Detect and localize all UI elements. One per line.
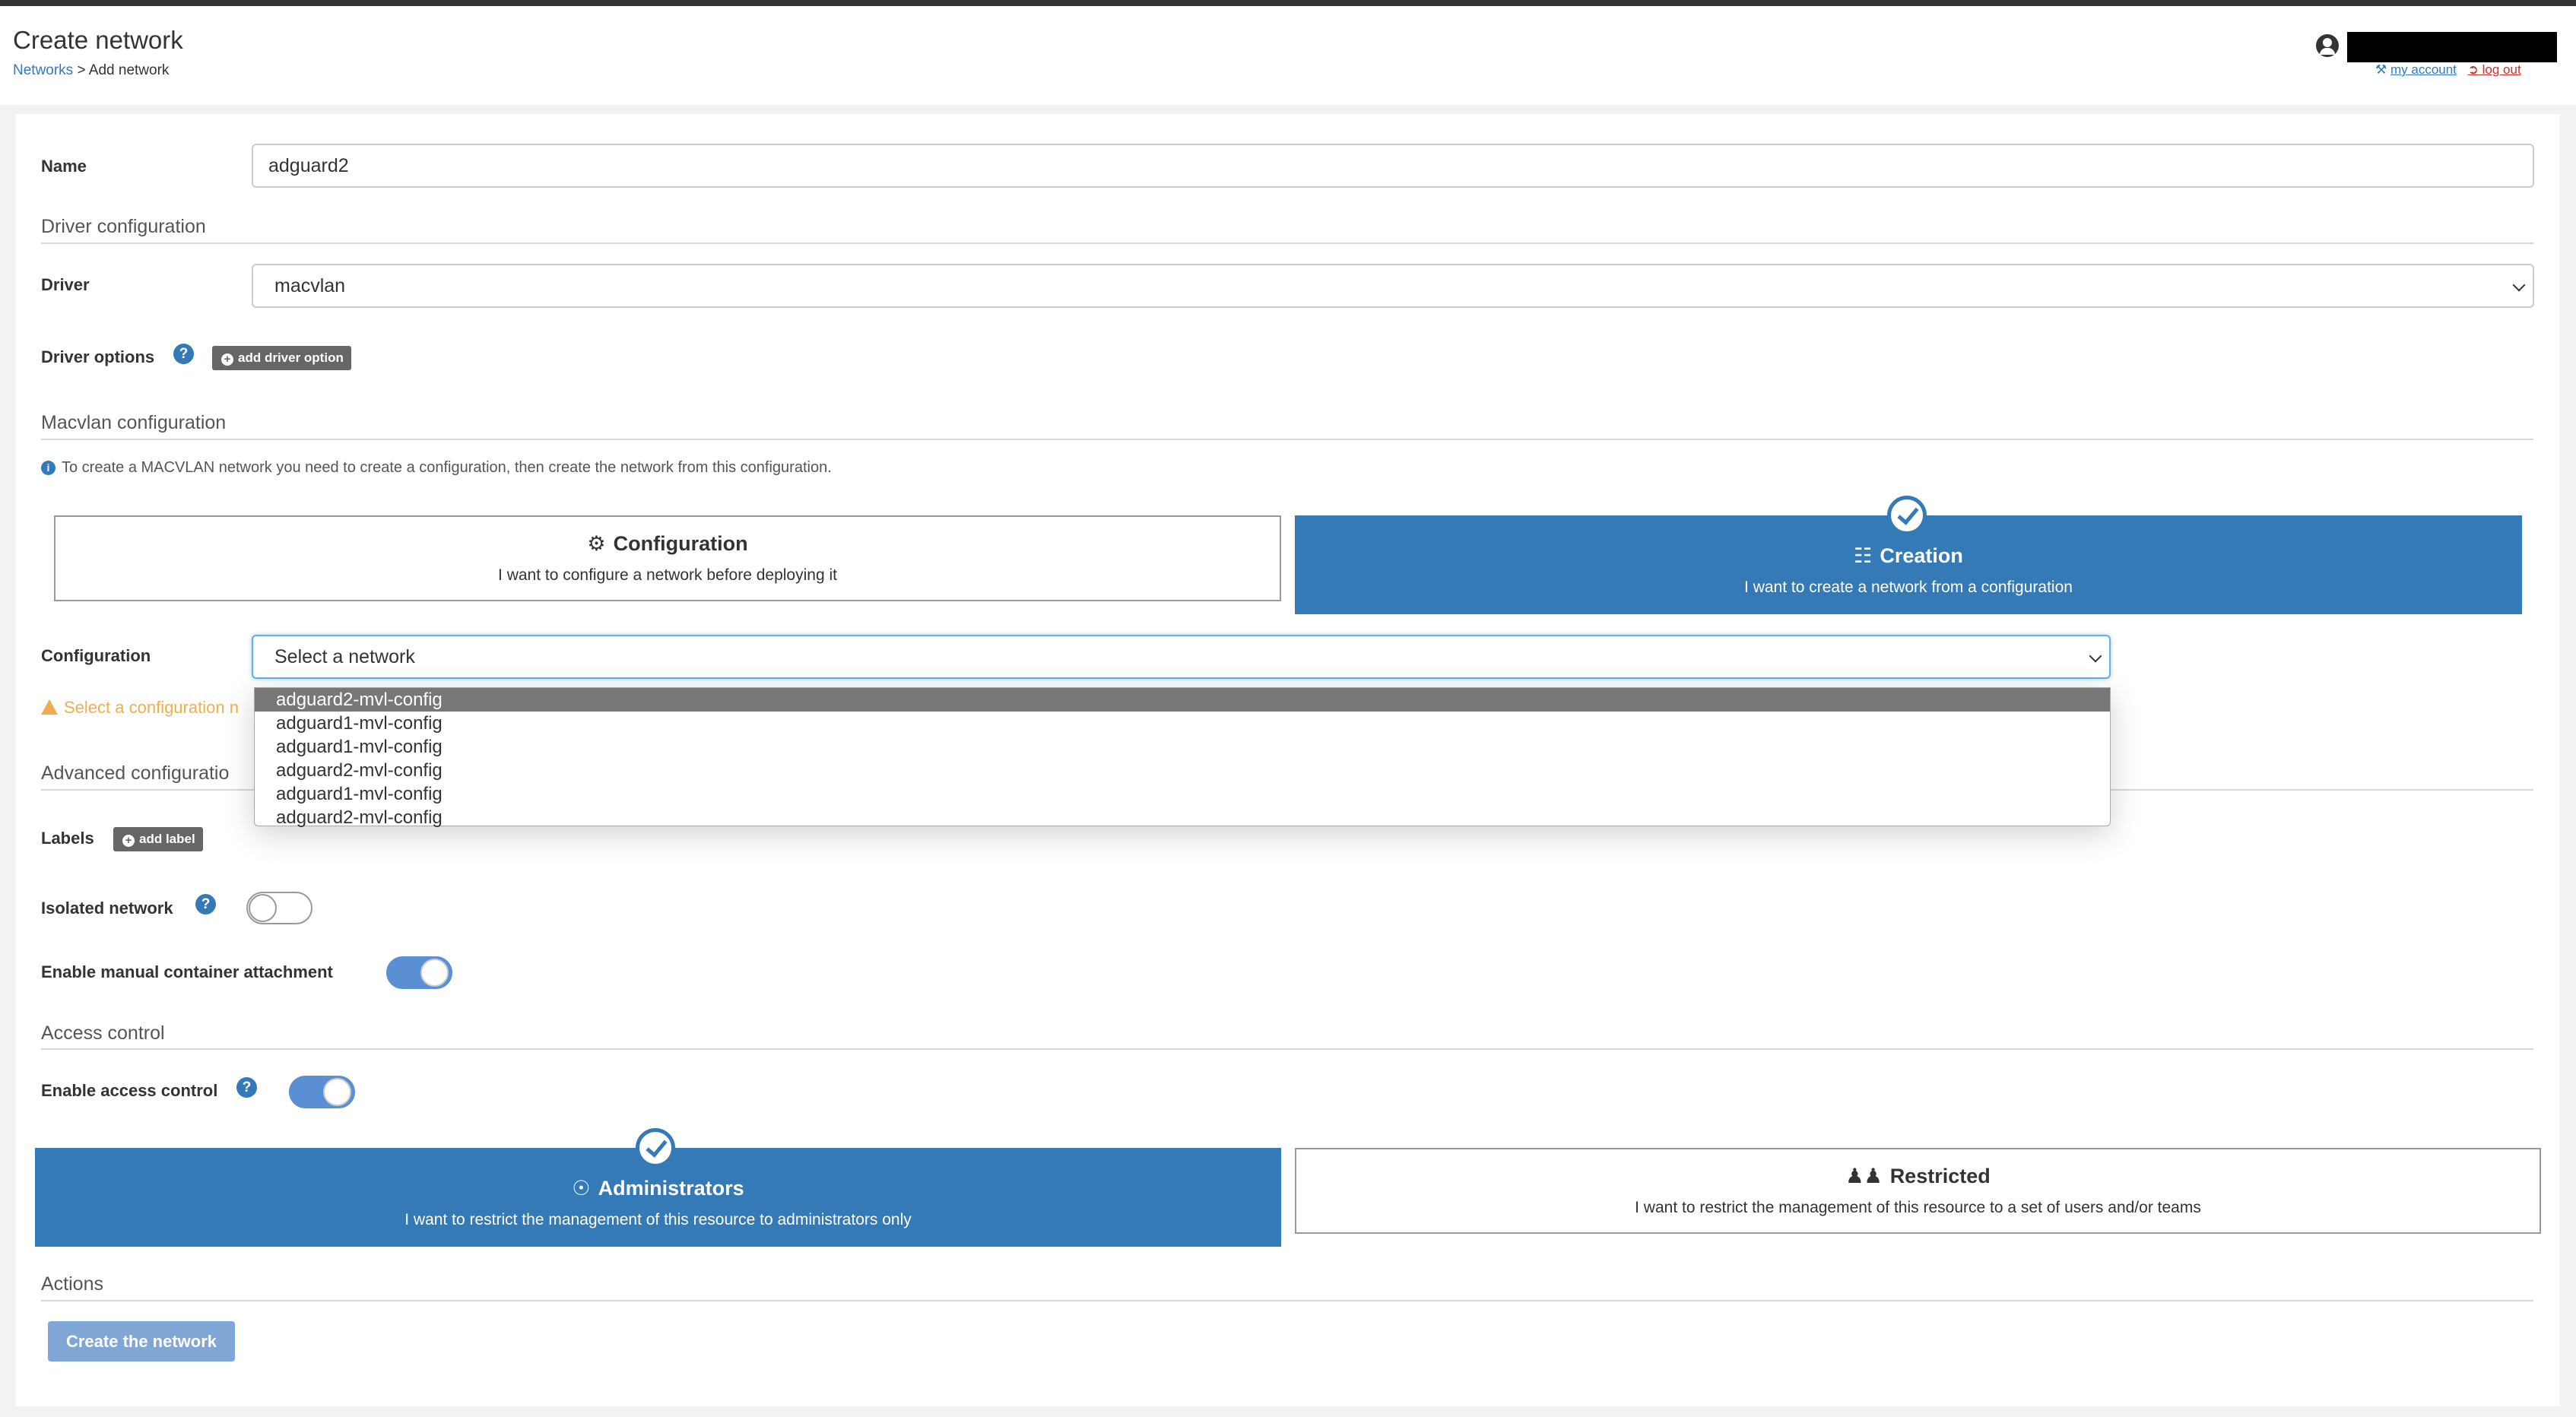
- manual-attach-label: Enable manual container attachment: [41, 962, 333, 981]
- restricted-desc: I want to restrict the management of thi…: [1635, 1199, 2201, 1216]
- mode-configuration-title-text: Configuration: [613, 532, 748, 555]
- macvlan-info-text: To create a MACVLAN network you need to …: [62, 459, 832, 476]
- gear-icon: ⚙: [587, 532, 606, 555]
- configuration-select-value: Select a network: [274, 646, 415, 667]
- driver-select-value: macvlan: [274, 275, 346, 296]
- mode-creation-desc: I want to create a network from a config…: [1744, 579, 2073, 596]
- labels-label: Labels: [41, 829, 94, 848]
- dropdown-option[interactable]: adguard2-mvl-config: [255, 806, 2110, 829]
- name-input[interactable]: adguard2: [252, 144, 2534, 188]
- configuration-select[interactable]: Select a network: [252, 635, 2111, 679]
- mode-configuration-title: ⚙ Configuration: [56, 532, 1280, 556]
- plus-circle-icon: +: [122, 835, 135, 847]
- admins-title-text: Administrators: [598, 1177, 744, 1200]
- configuration-dropdown: adguard2-mvl-config adguard1-mvl-config …: [254, 687, 2111, 829]
- restricted-title-text: Restricted: [1889, 1165, 1991, 1187]
- macvlan-config-heading: Macvlan configuration: [41, 412, 227, 433]
- question-circle-icon[interactable]: ?: [195, 894, 216, 915]
- dropdown-option[interactable]: adguard2-mvl-config: [255, 759, 2110, 782]
- restricted-title: ♟♟ Restricted: [1296, 1165, 2540, 1188]
- mode-creation-title: ☷ Creation: [1296, 544, 2520, 568]
- check-circle-icon: [1887, 496, 1927, 535]
- restricted-option[interactable]: ♟♟ Restricted I want to restrict the mana…: [1295, 1148, 2541, 1234]
- toggle-knob: [420, 959, 449, 987]
- check-circle-icon: [636, 1128, 675, 1168]
- warning-icon: [41, 699, 58, 715]
- toggle-knob: [323, 1078, 351, 1106]
- question-circle-icon[interactable]: ?: [236, 1077, 257, 1098]
- add-label-label: add label: [139, 832, 195, 846]
- actions-heading: Actions: [41, 1273, 103, 1295]
- actions-divider: [41, 1300, 2533, 1301]
- form-content: Name adguard2 Driver configuration Drive…: [0, 0, 2576, 1417]
- mode-creation-title-text: Creation: [1880, 544, 1963, 567]
- users-icon: ♟♟: [1845, 1165, 1883, 1187]
- plus-circle-icon: +: [221, 353, 233, 366]
- driver-select[interactable]: macvlan: [252, 264, 2534, 308]
- macvlan-config-divider: [41, 439, 2533, 440]
- chevron-down-icon: [2512, 278, 2526, 292]
- manual-attach-toggle[interactable]: [386, 956, 452, 989]
- eye-slash-icon: ☉: [572, 1177, 591, 1200]
- admins-desc: I want to restrict the management of thi…: [404, 1211, 912, 1228]
- add-driver-option-label: add driver option: [238, 350, 344, 365]
- chevron-down-icon: [2089, 649, 2102, 663]
- admins-title: ☉ Administrators: [36, 1177, 1280, 1200]
- add-label-button[interactable]: + add label: [113, 827, 203, 851]
- sitemap-icon: ☷: [1854, 544, 1873, 567]
- create-network-button[interactable]: Create the network: [48, 1321, 235, 1362]
- toggle-knob: [249, 894, 277, 922]
- access-control-toggle[interactable]: [289, 1076, 355, 1108]
- dropdown-option[interactable]: adguard2-mvl-config: [255, 688, 2110, 712]
- dropdown-option[interactable]: adguard1-mvl-config: [255, 735, 2110, 759]
- question-circle-icon[interactable]: ?: [173, 344, 194, 364]
- driver-label: Driver: [41, 275, 90, 294]
- mode-configuration-option[interactable]: ⚙ Configuration I want to configure a net…: [54, 515, 1281, 601]
- isolated-network-label: Isolated network: [41, 899, 173, 918]
- configuration-label: Configuration: [41, 646, 151, 665]
- mode-configuration-desc: I want to configure a network before dep…: [498, 566, 837, 584]
- driver-config-heading: Driver configuration: [41, 216, 206, 237]
- driver-config-divider: [41, 243, 2533, 244]
- driver-options-label: Driver options: [41, 347, 155, 366]
- add-driver-option-button[interactable]: + add driver option: [212, 346, 351, 370]
- configuration-warning: Select a configuration n: [41, 698, 239, 718]
- advanced-config-heading: Advanced configuratio: [41, 762, 230, 784]
- macvlan-info: i To create a MACVLAN network you need to…: [41, 459, 832, 477]
- access-control-heading: Access control: [41, 1022, 165, 1044]
- access-control-label: Enable access control: [41, 1081, 218, 1100]
- access-control-divider: [41, 1048, 2533, 1050]
- name-label: Name: [41, 157, 87, 176]
- dropdown-option[interactable]: adguard1-mvl-config: [255, 712, 2110, 735]
- configuration-warning-text: Select a configuration n: [64, 698, 239, 717]
- isolated-network-toggle[interactable]: [246, 892, 312, 924]
- dropdown-option[interactable]: adguard1-mvl-config: [255, 782, 2110, 806]
- info-circle-icon: i: [41, 461, 56, 475]
